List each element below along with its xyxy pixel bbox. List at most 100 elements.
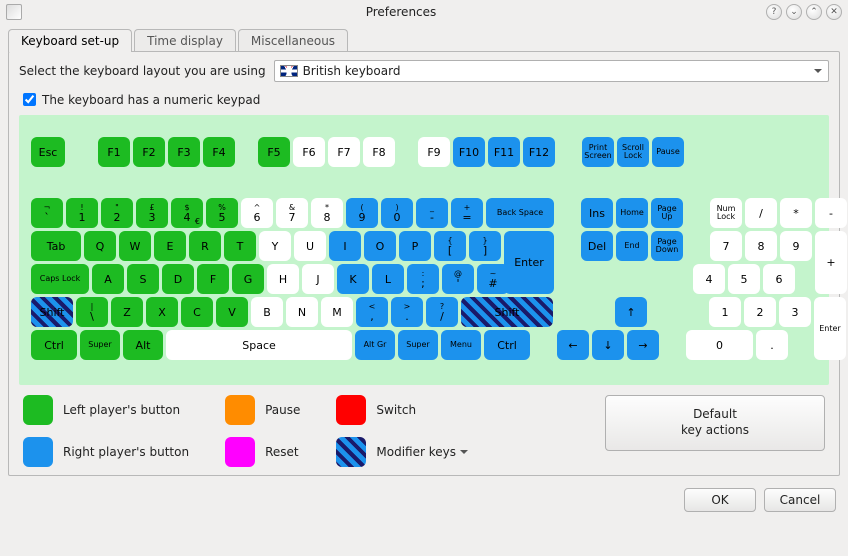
key--[interactable]: . [756,330,788,360]
key--[interactable]: _- [416,198,448,228]
tab-time[interactable]: Time display [134,29,236,52]
key-4[interactable]: $4€ [171,198,203,228]
key-caps-lock[interactable]: Caps Lock [31,264,89,294]
key-p[interactable]: P [399,231,431,261]
key-1[interactable]: 1 [709,297,741,327]
key--[interactable]: + [815,231,847,294]
key-f12[interactable]: F12 [523,137,555,167]
key-g[interactable]: G [232,264,264,294]
key-c[interactable]: C [181,297,213,327]
window-close-button[interactable]: ✕ [826,4,842,20]
key-scroll-lock[interactable]: Scroll Lock [617,137,649,167]
key-home[interactable]: Home [616,198,648,228]
key-f11[interactable]: F11 [488,137,520,167]
key--[interactable]: → [627,330,659,360]
window-help-button[interactable]: ? [766,4,782,20]
key-f10[interactable]: F10 [453,137,485,167]
key-n[interactable]: N [286,297,318,327]
key-y[interactable]: Y [259,231,291,261]
key-tab[interactable]: Tab [31,231,81,261]
key-shift[interactable]: Shift [461,297,553,327]
key-del[interactable]: Del [581,231,613,261]
legend-modifier[interactable]: Modifier keys [336,437,468,467]
key--[interactable]: / [745,198,777,228]
key-ins[interactable]: Ins [581,198,613,228]
key--[interactable]: }] [469,231,501,261]
key-r[interactable]: R [189,231,221,261]
key-a[interactable]: A [92,264,124,294]
tab-misc[interactable]: Miscellaneous [238,29,348,52]
key--[interactable]: |\ [76,297,108,327]
cancel-button[interactable]: Cancel [764,488,836,512]
default-key-actions-button[interactable]: Default key actions [605,395,825,451]
key-super[interactable]: Super [80,330,120,360]
key-enter[interactable]: Enter [814,297,846,360]
layout-combobox[interactable]: British keyboard [274,60,829,82]
key--[interactable]: ?/ [426,297,458,327]
key-2[interactable]: "2 [101,198,133,228]
key-e[interactable]: E [154,231,186,261]
key-8[interactable]: *8 [311,198,343,228]
key-0[interactable]: )0 [381,198,413,228]
key-ctrl[interactable]: Ctrl [484,330,530,360]
window-max-button[interactable]: ⌃ [806,4,822,20]
key-x[interactable]: X [146,297,178,327]
key-6[interactable]: 6 [763,264,795,294]
key-l[interactable]: L [372,264,404,294]
key--[interactable]: {[ [434,231,466,261]
key-s[interactable]: S [127,264,159,294]
key-q[interactable]: Q [84,231,116,261]
key-w[interactable]: W [119,231,151,261]
key-page-down[interactable]: Page Down [651,231,683,261]
key-super[interactable]: Super [398,330,438,360]
key-alt[interactable]: Alt [123,330,163,360]
key--[interactable]: * [780,198,812,228]
key-7[interactable]: &7 [276,198,308,228]
key-f6[interactable]: F6 [293,137,325,167]
key-t[interactable]: T [224,231,256,261]
key-0[interactable]: 0 [686,330,753,360]
key-shift[interactable]: Shift [31,297,73,327]
key-d[interactable]: D [162,264,194,294]
key-j[interactable]: J [302,264,334,294]
key-2[interactable]: 2 [744,297,776,327]
key-5[interactable]: 5 [728,264,760,294]
key-5[interactable]: %5 [206,198,238,228]
key-u[interactable]: U [294,231,326,261]
numpad-label[interactable]: The keyboard has a numeric keypad [42,93,260,107]
key--[interactable]: :; [407,264,439,294]
key-menu[interactable]: Menu [441,330,481,360]
key-ctrl[interactable]: Ctrl [31,330,77,360]
key-page-up[interactable]: Page Up [651,198,683,228]
key-f8[interactable]: F8 [363,137,395,167]
key-6[interactable]: ^6 [241,198,273,228]
key-esc[interactable]: Esc [31,137,65,167]
key-end[interactable]: End [616,231,648,261]
key-f7[interactable]: F7 [328,137,360,167]
key-z[interactable]: Z [111,297,143,327]
key-f5[interactable]: F5 [258,137,290,167]
key-3[interactable]: 3 [779,297,811,327]
key-pause[interactable]: Pause [652,137,684,167]
key--[interactable]: ~# [477,264,509,294]
key-num-lock[interactable]: Num Lock [710,198,742,228]
key-h[interactable]: H [267,264,299,294]
key-f3[interactable]: F3 [168,137,200,167]
key-9[interactable]: 9 [780,231,812,261]
key-3[interactable]: £3 [136,198,168,228]
ok-button[interactable]: OK [684,488,756,512]
key-back-space[interactable]: Back Space [486,198,554,228]
window-min-button[interactable]: ⌄ [786,4,802,20]
key-o[interactable]: O [364,231,396,261]
tab-keyboard[interactable]: Keyboard set-up [8,29,132,52]
key-alt-gr[interactable]: Alt Gr [355,330,395,360]
key-b[interactable]: B [251,297,283,327]
key-f4[interactable]: F4 [203,137,235,167]
key-i[interactable]: I [329,231,361,261]
key--[interactable]: ¬` [31,198,63,228]
key-1[interactable]: !1 [66,198,98,228]
key-4[interactable]: 4 [693,264,725,294]
key--[interactable]: += [451,198,483,228]
key-f1[interactable]: F1 [98,137,130,167]
key-f9[interactable]: F9 [418,137,450,167]
